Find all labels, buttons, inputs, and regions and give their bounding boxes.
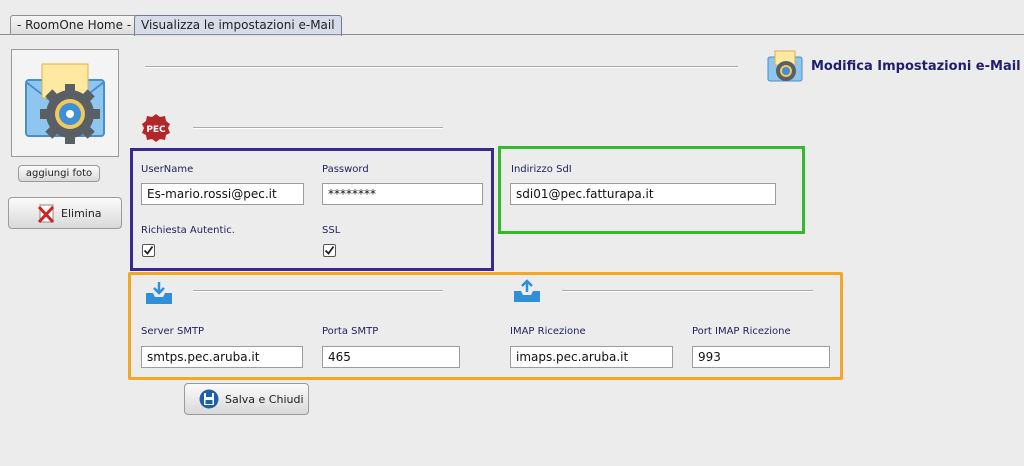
- save-close-button-label: Salva e Chiudi: [225, 392, 304, 406]
- username-field[interactable]: Es-mario.rossi@pec.it: [141, 183, 304, 205]
- pec-badge-icon: PEC: [142, 114, 170, 142]
- outbox-upload-icon: [514, 279, 540, 302]
- username-label: UserName: [141, 164, 194, 175]
- delete-icon: [37, 204, 55, 224]
- ssl-label: SSL: [322, 225, 341, 236]
- floppy-disk-icon: [199, 389, 219, 409]
- smtp-port-label: Porta SMTP: [322, 326, 379, 337]
- imap-port-field[interactable]: 993: [692, 346, 830, 368]
- pec-separator: [193, 127, 443, 129]
- delete-button[interactable]: Elimina: [8, 197, 122, 229]
- imap-separator: [562, 290, 813, 292]
- page-title: Modifica Impostazioni e-Mail: [811, 59, 1021, 74]
- sdi-label: Indirizzo SdI: [511, 164, 572, 175]
- ssl-checkbox[interactable]: [323, 244, 336, 257]
- smtp-port-field[interactable]: 465: [322, 346, 460, 368]
- password-field[interactable]: ********: [322, 183, 483, 205]
- password-label: Password: [322, 164, 369, 175]
- photo-frame: [11, 49, 119, 157]
- imap-label: IMAP Ricezione: [510, 326, 586, 337]
- imap-port-label: Port IMAP Ricezione: [692, 326, 791, 337]
- smtp-server-field[interactable]: smtps.pec.aruba.it: [141, 346, 303, 368]
- tab-divider: [0, 34, 1024, 35]
- smtp-server-label: Server SMTP: [141, 326, 205, 337]
- inbox-download-icon: [146, 282, 172, 304]
- email-settings-photo-icon: [25, 63, 105, 144]
- delete-button-label: Elimina: [61, 206, 102, 220]
- sdi-field[interactable]: sdi01@pec.fatturapa.it: [510, 183, 776, 205]
- checkmark-icon: [324, 245, 335, 255]
- auth-checkbox[interactable]: [142, 244, 155, 257]
- tab-roomone-home[interactable]: - RoomOne Home -: [10, 15, 139, 35]
- imap-field[interactable]: imaps.pec.aruba.it: [510, 346, 673, 368]
- email-settings-icon: [767, 50, 803, 82]
- add-photo-button[interactable]: aggiungi foto: [18, 165, 100, 182]
- save-close-button[interactable]: Salva e Chiudi: [184, 383, 309, 415]
- tab-email-settings[interactable]: Visualizza le impostazioni e-Mail: [134, 15, 342, 36]
- pec-badge-text: PEC: [146, 125, 166, 135]
- smtp-separator: [193, 290, 443, 292]
- auth-label: Richiesta Autentic.: [141, 225, 235, 236]
- checkmark-icon: [143, 245, 154, 255]
- header-separator: [145, 66, 738, 68]
